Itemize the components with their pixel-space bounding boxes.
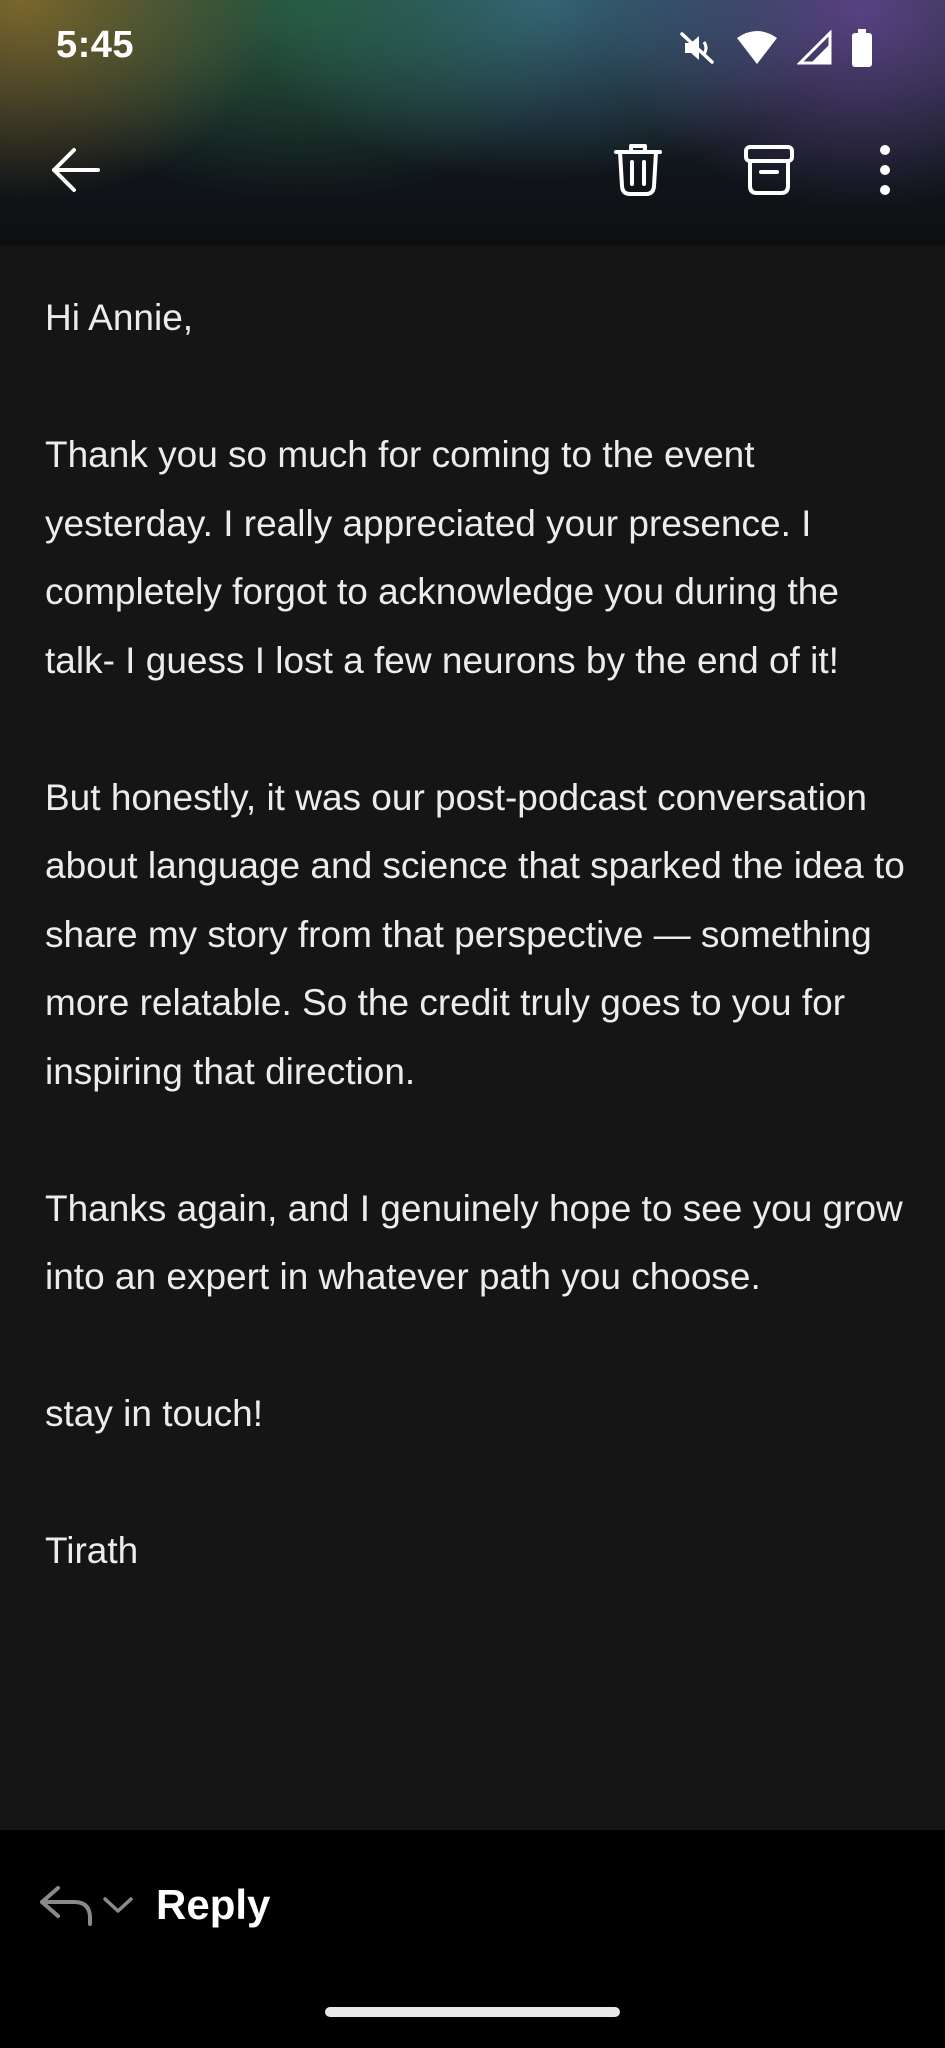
email-paragraph-3: Thanks again, and I genuinely hope to se… (45, 1187, 903, 1298)
status-time: 5:45 (56, 24, 135, 66)
back-arrow-icon (52, 148, 100, 192)
wifi-icon (735, 30, 779, 66)
battery-icon (851, 29, 873, 67)
delete-button[interactable] (598, 130, 678, 210)
reply-controls: Reply (36, 1870, 270, 1940)
reply-icon-button[interactable] (36, 1875, 96, 1935)
reply-icon (40, 1886, 92, 1926)
chevron-down-icon (103, 1897, 133, 1913)
trash-icon (614, 144, 662, 196)
mute-vibrate-icon (677, 28, 717, 68)
status-icons (677, 28, 873, 68)
archive-button[interactable] (729, 130, 809, 210)
cell-signal-icon (797, 30, 833, 66)
home-indicator[interactable] (325, 2007, 620, 2017)
email-paragraph-1: Thank you so much for coming to the even… (45, 434, 839, 681)
reply-options-dropdown[interactable] (96, 1875, 140, 1935)
email-signature: Tirath (45, 1530, 139, 1571)
more-options-button[interactable] (845, 130, 925, 210)
archive-icon (744, 145, 794, 195)
email-body: Hi Annie, Thank you so much for coming t… (45, 284, 905, 1654)
email-greeting: Hi Annie, (45, 297, 194, 338)
app-header: 5:45 (0, 0, 945, 246)
email-paragraph-2: But honestly, it was our post-podcast co… (45, 776, 905, 1092)
email-closing: stay in touch! (45, 1393, 264, 1434)
reply-bar: Reply (0, 1830, 945, 2048)
email-toolbar (0, 130, 945, 210)
reply-button[interactable]: Reply (156, 1881, 270, 1929)
status-bar: 5:45 (0, 0, 945, 96)
more-vert-icon (880, 145, 890, 195)
back-button[interactable] (36, 130, 116, 210)
